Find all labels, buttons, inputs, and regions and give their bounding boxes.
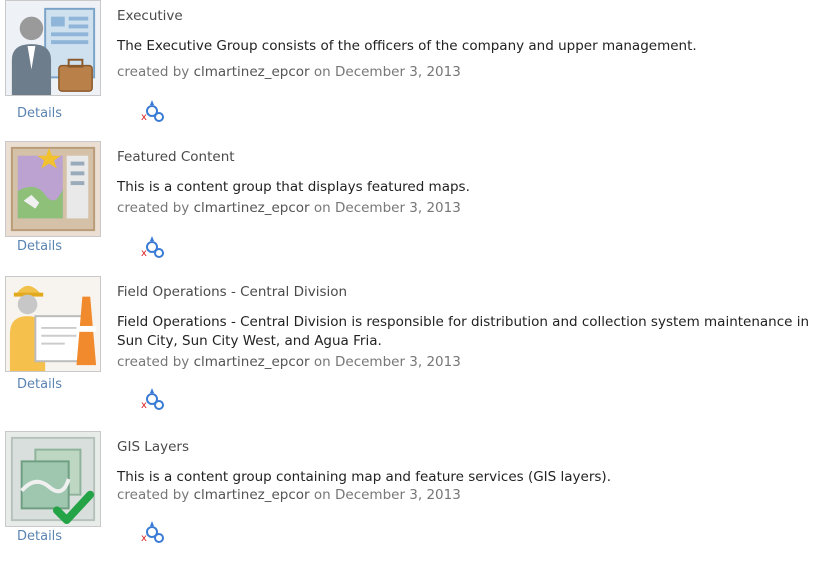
details-link[interactable]: Details (17, 239, 62, 254)
group-description: This is a content group that displays fe… (117, 179, 470, 195)
group-item-gis-layers: Details GIS Layers This is a content gro… (0, 431, 829, 567)
details-link[interactable]: Details (17, 529, 62, 544)
share-group-icon[interactable]: x (140, 519, 164, 543)
group-item-field-operations: Details Field Operations - Central Divis… (0, 276, 829, 412)
on-label: on (313, 64, 331, 80)
created-by-label: created by (117, 64, 190, 80)
group-meta: created by clmartinez_epcor on December … (117, 200, 461, 216)
group-title[interactable]: Featured Content (117, 149, 235, 165)
group-description: The Executive Group consists of the offi… (117, 38, 697, 54)
details-link[interactable]: Details (17, 106, 62, 121)
group-description: Field Operations - Central Division is r… (117, 314, 810, 349)
created-date: December 3, 2013 (335, 64, 461, 80)
created-date: December 3, 2013 (335, 354, 461, 370)
gis-layers-icon[interactable] (5, 431, 101, 527)
created-date: December 3, 2013 (335, 487, 461, 503)
group-meta: created by clmartinez_epcor on December … (117, 354, 461, 370)
on-label: on (313, 354, 331, 370)
group-title[interactable]: GIS Layers (117, 439, 189, 455)
field-operations-icon[interactable] (5, 276, 101, 372)
created-by-label: created by (117, 200, 190, 216)
created-date: December 3, 2013 (335, 200, 461, 216)
svg-text:x: x (141, 533, 147, 543)
share-group-icon[interactable]: x (140, 386, 164, 410)
share-group-icon[interactable]: x (140, 98, 164, 122)
created-by-label: created by (117, 354, 190, 370)
on-label: on (313, 200, 331, 216)
created-by-label: created by (117, 487, 190, 503)
svg-text:x: x (141, 112, 147, 122)
group-description: This is a content group containing map a… (117, 469, 611, 485)
share-group-icon[interactable]: x (140, 234, 164, 258)
group-item-featured-content: Details Featured Content This is a conte… (0, 141, 829, 277)
details-link[interactable]: Details (17, 377, 62, 392)
on-label: on (313, 487, 331, 503)
svg-text:x: x (141, 248, 147, 258)
group-title[interactable]: Field Operations - Central Division (117, 284, 347, 300)
group-item-executive: Details Executive The Executive Group co… (0, 0, 829, 136)
group-title[interactable]: Executive (117, 8, 183, 24)
svg-text:x: x (141, 400, 147, 410)
executive-icon[interactable] (5, 0, 101, 96)
owner-link[interactable]: clmartinez_epcor (194, 354, 310, 370)
group-meta: created by clmartinez_epcor on December … (117, 487, 461, 503)
owner-link[interactable]: clmartinez_epcor (194, 200, 310, 216)
owner-link[interactable]: clmartinez_epcor (194, 487, 310, 503)
group-meta: created by clmartinez_epcor on December … (117, 64, 461, 80)
featured-content-icon[interactable] (5, 141, 101, 237)
owner-link[interactable]: clmartinez_epcor (194, 64, 310, 80)
